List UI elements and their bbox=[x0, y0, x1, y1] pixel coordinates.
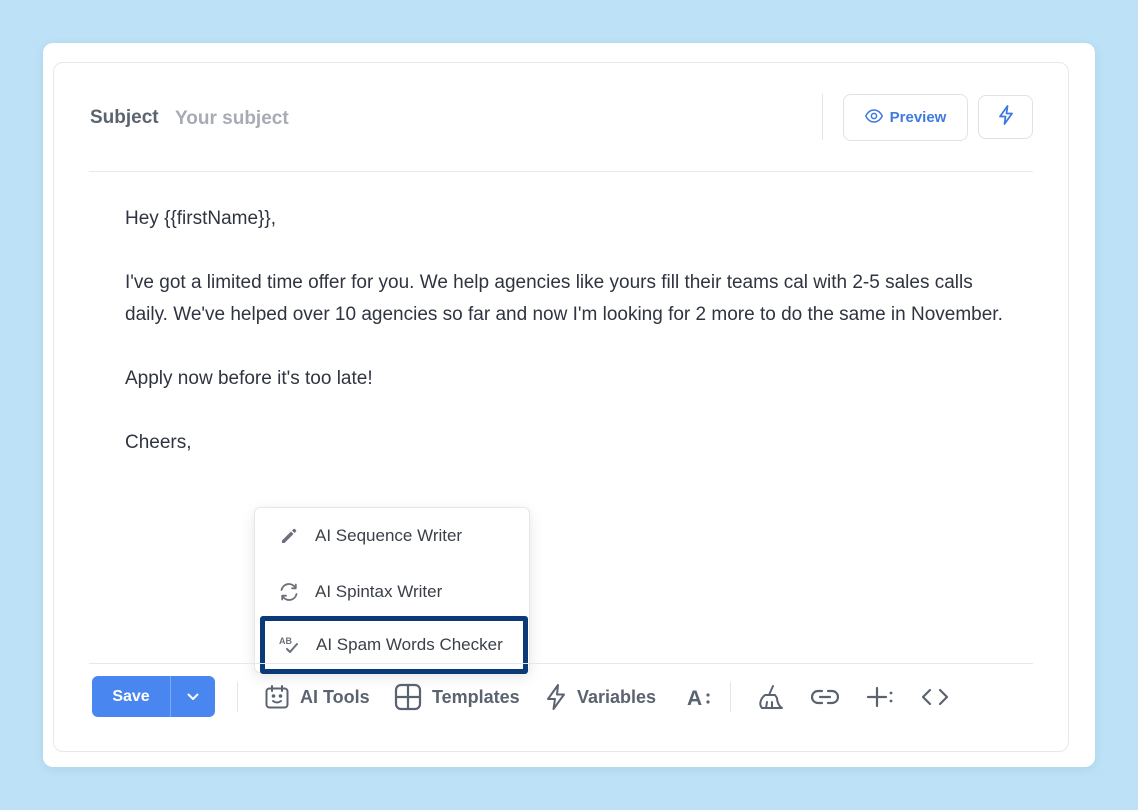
refresh-icon bbox=[277, 582, 301, 602]
font-size-icon: A bbox=[687, 684, 713, 710]
layout-icon bbox=[394, 683, 422, 711]
divider bbox=[237, 682, 238, 712]
ai-tools-button[interactable]: AI Tools bbox=[264, 680, 370, 714]
insert-more-button[interactable] bbox=[866, 680, 894, 714]
subject-input[interactable] bbox=[175, 106, 775, 132]
menu-item-ai-sequence-writer[interactable]: AI Sequence Writer bbox=[255, 509, 531, 563]
link-icon bbox=[811, 688, 839, 706]
text-format-button[interactable]: A bbox=[687, 680, 713, 714]
ai-tools-label: AI Tools bbox=[300, 686, 370, 707]
code-view-button[interactable] bbox=[921, 680, 949, 714]
menu-item-label: AI Sequence Writer bbox=[315, 526, 463, 545]
body-cta: Apply now before it's too late! bbox=[125, 368, 373, 389]
menu-item-label: AI Spintax Writer bbox=[315, 582, 443, 601]
templates-button[interactable]: Templates bbox=[394, 680, 520, 714]
body-signoff: Cheers, bbox=[125, 432, 192, 453]
chevron-down-icon bbox=[187, 688, 199, 706]
preview-label: Preview bbox=[889, 109, 947, 126]
eye-icon bbox=[864, 108, 883, 127]
templates-label: Templates bbox=[432, 686, 520, 707]
variables-label: Variables bbox=[577, 686, 657, 707]
body-paragraph: I've got a limited time offer for you. W… bbox=[125, 272, 1003, 325]
body-greeting: Hey {{firstName}}, bbox=[125, 208, 277, 229]
menu-item-label: AI Spam Words Checker bbox=[316, 635, 503, 654]
menu-item-ai-spintax-writer[interactable]: AI Spintax Writer bbox=[255, 565, 531, 619]
lightning-icon bbox=[998, 104, 1014, 130]
calendar-robot-icon bbox=[264, 684, 290, 710]
menu-item-ai-spam-words-checker[interactable]: AB AI Spam Words Checker bbox=[260, 616, 528, 674]
lightning-icon bbox=[545, 683, 567, 711]
broom-icon bbox=[756, 683, 784, 711]
divider bbox=[89, 663, 1033, 664]
pencil-icon bbox=[277, 526, 301, 546]
svg-text:A: A bbox=[687, 687, 702, 710]
svg-text:AB: AB bbox=[279, 636, 292, 646]
ai-tools-menu: AI Sequence Writer AI Spintax Writer AB … bbox=[254, 507, 531, 674]
divider bbox=[822, 94, 823, 140]
save-options-button[interactable] bbox=[171, 676, 215, 717]
spellcheck-icon: AB bbox=[278, 635, 302, 655]
quick-actions-button[interactable] bbox=[978, 95, 1033, 139]
subject-label: Subject bbox=[90, 107, 159, 128]
preview-button[interactable]: Preview bbox=[843, 94, 968, 141]
variables-button[interactable]: Variables bbox=[545, 680, 656, 714]
clear-formatting-button[interactable] bbox=[756, 680, 784, 714]
save-button-group: Save bbox=[92, 676, 215, 717]
insert-link-button[interactable] bbox=[811, 680, 839, 714]
plus-icon bbox=[866, 685, 894, 709]
code-icon bbox=[921, 687, 949, 707]
divider bbox=[89, 171, 1033, 172]
email-body[interactable]: Hey {{firstName}}, I've got a limited ti… bbox=[125, 203, 1005, 459]
divider bbox=[730, 682, 731, 712]
save-button[interactable]: Save bbox=[92, 676, 170, 717]
